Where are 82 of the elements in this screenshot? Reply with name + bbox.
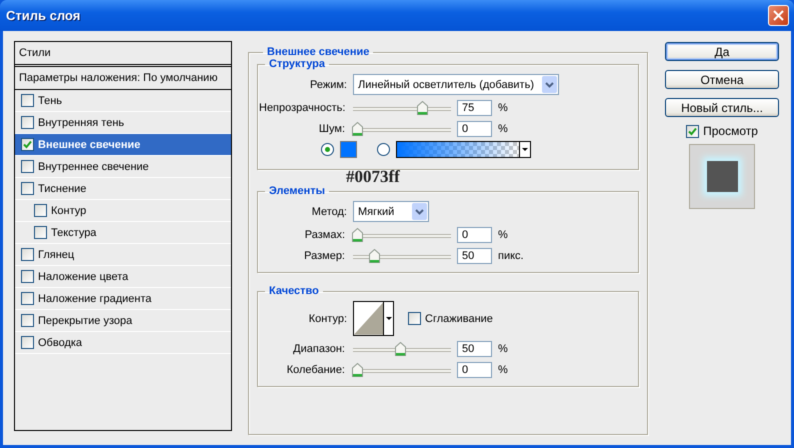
- checkbox[interactable]: [21, 160, 34, 173]
- style-item[interactable]: Внешнее свечение: [15, 134, 231, 156]
- contour-curve-icon: [354, 302, 384, 335]
- unit-label: %: [497, 364, 509, 376]
- window-title: Стиль слоя: [6, 8, 80, 23]
- slider-thumb[interactable]: [352, 362, 363, 376]
- field-label: Непрозрачность:: [259, 102, 346, 114]
- checkbox[interactable]: [686, 124, 700, 138]
- value-field[interactable]: 75: [457, 100, 492, 116]
- slider-thumb[interactable]: [395, 342, 406, 356]
- unit-label: пикс.: [497, 250, 525, 262]
- style-item[interactable]: Тиснение: [15, 178, 231, 200]
- checkbox[interactable]: [21, 248, 34, 261]
- checkbox[interactable]: [21, 182, 34, 195]
- field-label: Колебание:: [286, 364, 346, 376]
- color-annotation: #0073ff: [346, 170, 401, 184]
- checkbox[interactable]: [21, 292, 34, 305]
- chevron-down-icon: [542, 76, 557, 93]
- unit-label: %: [497, 342, 509, 354]
- style-item[interactable]: Глянец: [15, 244, 231, 266]
- checkbox[interactable]: [21, 138, 34, 151]
- style-item[interactable]: Наложение цвета: [15, 266, 231, 288]
- value-field[interactable]: 0: [457, 362, 492, 378]
- color-swatch[interactable]: [340, 140, 357, 158]
- field-label: Метод:: [310, 206, 348, 218]
- value-field[interactable]: 50: [457, 248, 492, 264]
- style-item[interactable]: Обводка: [15, 332, 231, 354]
- mode-dropdown[interactable]: Линейный осветлитель (добавить): [353, 74, 559, 95]
- style-item[interactable]: Параметры наложения: По умолчанию: [15, 67, 231, 90]
- checkbox[interactable]: [408, 312, 421, 325]
- group-title: Качество: [268, 285, 320, 297]
- field-label: Режим:: [309, 78, 348, 90]
- checkbox[interactable]: [21, 336, 34, 349]
- checkbox[interactable]: [21, 314, 34, 327]
- group-title: Элементы: [268, 185, 326, 197]
- chevron-down-icon: [412, 203, 427, 220]
- style-item[interactable]: Контур: [15, 200, 231, 222]
- unit-label: %: [497, 122, 509, 134]
- contour-picker[interactable]: [353, 301, 394, 336]
- field-label: Размер:: [303, 250, 346, 262]
- checkbox[interactable]: [21, 116, 34, 129]
- dropdown-arrow-icon: [522, 148, 528, 150]
- style-item[interactable]: Наложение градиента: [15, 288, 231, 310]
- checkbox[interactable]: [21, 94, 34, 107]
- checkbox-label[interactable]: Просмотр: [703, 124, 758, 138]
- slider-thumb[interactable]: [352, 122, 363, 136]
- checkbox[interactable]: [34, 204, 47, 217]
- radio-button[interactable]: [321, 142, 334, 156]
- group-title: Внешнее свечение: [266, 46, 370, 58]
- style-item[interactable]: Текстура: [15, 222, 231, 244]
- radio-button[interactable]: [377, 142, 390, 156]
- group-title: Структура: [268, 58, 326, 70]
- checkmark-icon: [23, 140, 32, 149]
- style-item[interactable]: Тень: [15, 90, 231, 112]
- dropdown-arrow-icon: [386, 317, 392, 320]
- slider-thumb[interactable]: [352, 228, 363, 242]
- glow-square-icon: [706, 161, 738, 192]
- close-button[interactable]: [768, 5, 789, 26]
- unit-label: %: [497, 102, 509, 114]
- field-label: Контур:: [308, 312, 348, 324]
- unit-label: %: [497, 228, 509, 240]
- method-dropdown[interactable]: Мягкий: [353, 201, 429, 222]
- style-item[interactable]: Перекрытие узора: [15, 310, 231, 332]
- checkbox-label[interactable]: Сглаживание: [425, 312, 493, 324]
- dialog-button[interactable]: Отмена: [665, 70, 779, 89]
- panel-header: Стили: [15, 42, 231, 67]
- value-field[interactable]: 0: [457, 120, 492, 136]
- slider-thumb[interactable]: [369, 248, 380, 262]
- gradient-picker[interactable]: [396, 140, 531, 158]
- field-label: Размах:: [304, 228, 346, 240]
- value-field[interactable]: 50: [457, 340, 492, 356]
- field-label: Диапазон:: [292, 342, 346, 354]
- checkbox[interactable]: [34, 226, 47, 239]
- slider-thumb[interactable]: [416, 100, 428, 114]
- checkbox[interactable]: [21, 270, 34, 283]
- value-field[interactable]: 0: [457, 226, 492, 242]
- dialog-button[interactable]: Да: [665, 42, 779, 61]
- dialog-button[interactable]: Новый стиль...: [665, 98, 779, 117]
- field-label: Шум:: [318, 122, 346, 134]
- style-item[interactable]: Внутреннее свечение: [15, 156, 231, 178]
- checkmark-icon: [688, 126, 698, 136]
- close-icon: [773, 10, 784, 21]
